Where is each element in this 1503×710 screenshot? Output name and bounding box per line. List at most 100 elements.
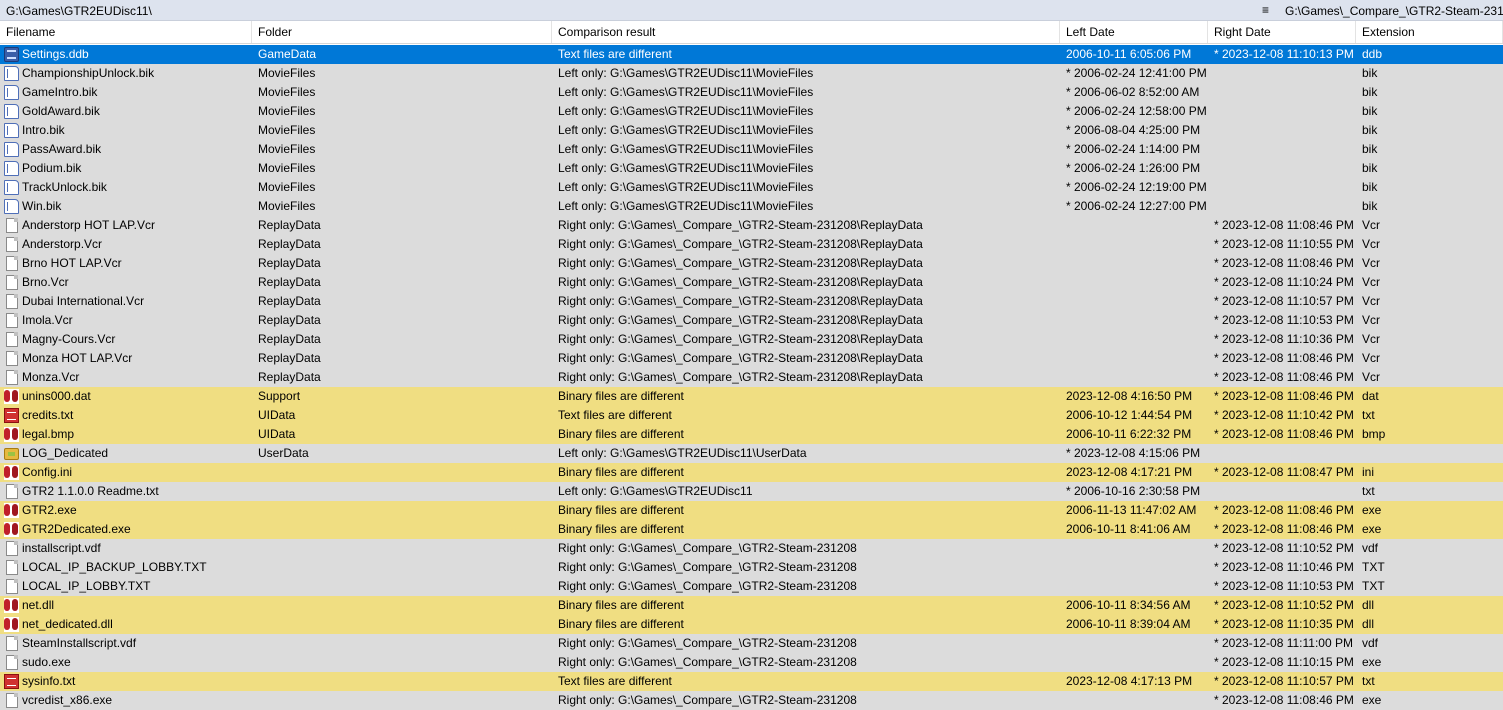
extension-cell: Vcr: [1362, 218, 1380, 232]
table-row[interactable]: Brno HOT LAP.Vcr ReplayData Right only: G:…: [0, 254, 1503, 273]
table-row[interactable]: Anderstorp HOT LAP.Vcr ReplayData Right on…: [0, 216, 1503, 235]
left-date-cell: 2006-11-13 11:47:02 AM: [1066, 503, 1197, 517]
table-row[interactable]: ChampionshipUnlock.bik MovieFiles Left onl…: [0, 64, 1503, 83]
table-row[interactable]: Monza HOT LAP.Vcr ReplayData Right only: G…: [0, 349, 1503, 368]
folder-cell: [258, 539, 548, 558]
table-row[interactable]: Win.bik MovieFiles Left only: G:\Games\GTR…: [0, 197, 1503, 216]
right-date-cell: * 2023-12-08 11:10:36 PM: [1214, 332, 1354, 346]
folder-cell: MovieFiles: [258, 142, 316, 156]
document-icon: [6, 541, 18, 556]
table-row[interactable]: Imola.Vcr ReplayData Right only: G:\Games\…: [0, 311, 1503, 330]
table-row[interactable]: TrackUnlock.bik MovieFiles Left only: G:\G…: [0, 178, 1503, 197]
left-date-cell: * 2006-02-24 12:19:00 PM: [1066, 180, 1206, 194]
extension-cell: TXT: [1362, 579, 1385, 593]
table-row[interactable]: Magny-Cours.Vcr ReplayData Right only: G:\…: [0, 330, 1503, 349]
right-path-label[interactable]: G:\Games\_Compare_\GTR2-Steam-231208: [1285, 4, 1503, 18]
left-date-cell: * 2006-06-02 8:52:00 AM: [1066, 85, 1200, 99]
comparison-result-cell: Right only: G:\Games\_Compare_\GTR2-Stea…: [558, 370, 923, 384]
comparison-result-cell: Binary files are different: [558, 389, 684, 403]
comparison-result-cell: Left only: G:\Games\GTR2EUDisc11\UserDat…: [558, 446, 807, 460]
folder-cell: MovieFiles: [258, 104, 316, 118]
filename-cell: credits.txt: [22, 408, 74, 422]
table-row[interactable]: legal.bmp UIData Binary files are differen…: [0, 425, 1503, 444]
comparison-result-cell: Left only: G:\Games\GTR2EUDisc11\MovieFi…: [558, 104, 814, 118]
extension-cell: Vcr: [1362, 313, 1380, 327]
table-row[interactable]: LOG_Dedicated UserData Left only: G:\Games…: [0, 444, 1503, 463]
right-date-cell: * 2023-12-08 11:10:53 PM: [1214, 579, 1354, 593]
table-row[interactable]: LOCAL_IP_BACKUP_LOBBY.TXT Right only: G:\…: [0, 558, 1503, 577]
left-date-cell: [1066, 634, 1206, 653]
table-row[interactable]: GameIntro.bik MovieFiles Left only: G:\Gam…: [0, 83, 1503, 102]
text-diff-icon: [4, 674, 19, 689]
column-header-folder[interactable]: Folder: [252, 21, 552, 43]
column-header-filename[interactable]: Filename: [0, 21, 252, 43]
right-date-cell: * 2023-12-08 11:10:57 PM: [1214, 294, 1354, 308]
table-row[interactable]: GTR2 1.1.0.0 Readme.txt Left only: G:\Gam…: [0, 482, 1503, 501]
folder-cell: ReplayData: [258, 294, 321, 308]
column-header-right-date[interactable]: Right Date: [1208, 21, 1356, 43]
table-row[interactable]: Intro.bik MovieFiles Left only: G:\Games\G…: [0, 121, 1503, 140]
filename-cell: PassAward.bik: [22, 142, 102, 156]
table-row[interactable]: sudo.exe Right only: G:\Games\_Compare_\G…: [0, 653, 1503, 672]
right-date-cell: [1214, 121, 1354, 140]
table-row[interactable]: Brno.Vcr ReplayData Right only: G:\Games\_…: [0, 273, 1503, 292]
extension-cell: dll: [1362, 617, 1375, 631]
document-icon: [6, 636, 18, 651]
extension-cell: Vcr: [1362, 370, 1380, 384]
document-icon: [6, 484, 18, 499]
folder-cell: [258, 482, 548, 501]
right-date-cell: * 2023-12-08 11:08:46 PM: [1214, 256, 1354, 270]
folder-cell: [258, 691, 548, 710]
table-row[interactable]: Podium.bik MovieFiles Left only: G:\Games\…: [0, 159, 1503, 178]
comparison-result-cell: Right only: G:\Games\_Compare_\GTR2-Stea…: [558, 332, 923, 346]
table-row[interactable]: sysinfo.txt Text files are different 2023-…: [0, 672, 1503, 691]
left-date-cell: 2023-12-08 4:17:13 PM: [1066, 674, 1193, 688]
column-header-comparison-result[interactable]: Comparison result: [552, 21, 1060, 43]
extension-cell: bik: [1362, 85, 1378, 99]
left-date-cell: * 2006-02-24 1:26:00 PM: [1066, 161, 1201, 175]
menu-icon[interactable]: ≡: [1262, 3, 1269, 17]
left-date-cell: [1066, 691, 1206, 710]
filename-cell: LOCAL_IP_BACKUP_LOBBY.TXT: [22, 560, 207, 574]
table-row[interactable]: Settings.ddb GameData Text files are diffe…: [0, 45, 1503, 64]
comparison-result-cell: Right only: G:\Games\_Compare_\GTR2-Stea…: [558, 693, 857, 707]
table-row[interactable]: Anderstorp.Vcr ReplayData Right only: G:\G…: [0, 235, 1503, 254]
folder-cell: MovieFiles: [258, 199, 316, 213]
table-row[interactable]: GTR2.exe Binary files are different 2006-1…: [0, 501, 1503, 520]
table-row[interactable]: Config.ini Binary files are different 2023…: [0, 463, 1503, 482]
movie-file-icon: [4, 85, 19, 100]
right-date-cell: * 2023-12-08 11:11:00 PM: [1214, 636, 1353, 650]
folder-cell: [258, 634, 548, 653]
column-header-left-date[interactable]: Left Date: [1060, 21, 1208, 43]
extension-cell: bik: [1362, 123, 1378, 137]
table-row[interactable]: LOCAL_IP_LOBBY.TXT Right only: G:\Games\_…: [0, 577, 1503, 596]
column-header-extension[interactable]: Extension: [1356, 21, 1503, 43]
table-row[interactable]: GoldAward.bik MovieFiles Left only: G:\Gam…: [0, 102, 1503, 121]
table-row[interactable]: Dubai International.Vcr ReplayData Right o…: [0, 292, 1503, 311]
filename-cell: LOCAL_IP_LOBBY.TXT: [22, 579, 151, 593]
left-path-label[interactable]: G:\Games\GTR2EUDisc11\: [6, 4, 152, 18]
comparison-result-cell: Left only: G:\Games\GTR2EUDisc11\MovieFi…: [558, 66, 814, 80]
folder-cell: UIData: [258, 427, 296, 441]
column-header: Filename Folder Comparison result Left D…: [0, 21, 1503, 44]
table-row[interactable]: Monza.Vcr ReplayData Right only: G:\Games\…: [0, 368, 1503, 387]
table-row[interactable]: GTR2Dedicated.exe Binary files are differ…: [0, 520, 1503, 539]
right-date-cell: * 2023-12-08 11:08:46 PM: [1214, 503, 1354, 517]
table-row[interactable]: vcredist_x86.exe Right only: G:\Games\_Co…: [0, 691, 1503, 710]
left-date-cell: [1066, 273, 1206, 292]
left-date-cell: 2023-12-08 4:17:21 PM: [1066, 465, 1193, 479]
table-row[interactable]: installscript.vdf Right only: G:\Games\_C…: [0, 539, 1503, 558]
table-row[interactable]: net.dll Binary files are different 2006-10…: [0, 596, 1503, 615]
table-row[interactable]: unins000.dat Support Binary files are diff…: [0, 387, 1503, 406]
table-row[interactable]: SteamInstallscript.vdf Right only: G:\Gam…: [0, 634, 1503, 653]
table-row[interactable]: net_dedicated.dll Binary files are differ…: [0, 615, 1503, 634]
table-row[interactable]: PassAward.bik MovieFiles Left only: G:\Gam…: [0, 140, 1503, 159]
comparison-result-cell: Right only: G:\Games\_Compare_\GTR2-Stea…: [558, 636, 857, 650]
filename-cell: Config.ini: [22, 465, 73, 479]
document-icon: [6, 579, 18, 594]
path-bar: G:\Games\GTR2EUDisc11\ ≡ G:\Games\_Compa…: [0, 0, 1503, 21]
folder-cell: [258, 558, 548, 577]
extension-cell: Vcr: [1362, 351, 1380, 365]
file-comparison-list: Settings.ddb GameData Text files are diffe…: [0, 45, 1503, 710]
table-row[interactable]: credits.txt UIData Text files are differen…: [0, 406, 1503, 425]
